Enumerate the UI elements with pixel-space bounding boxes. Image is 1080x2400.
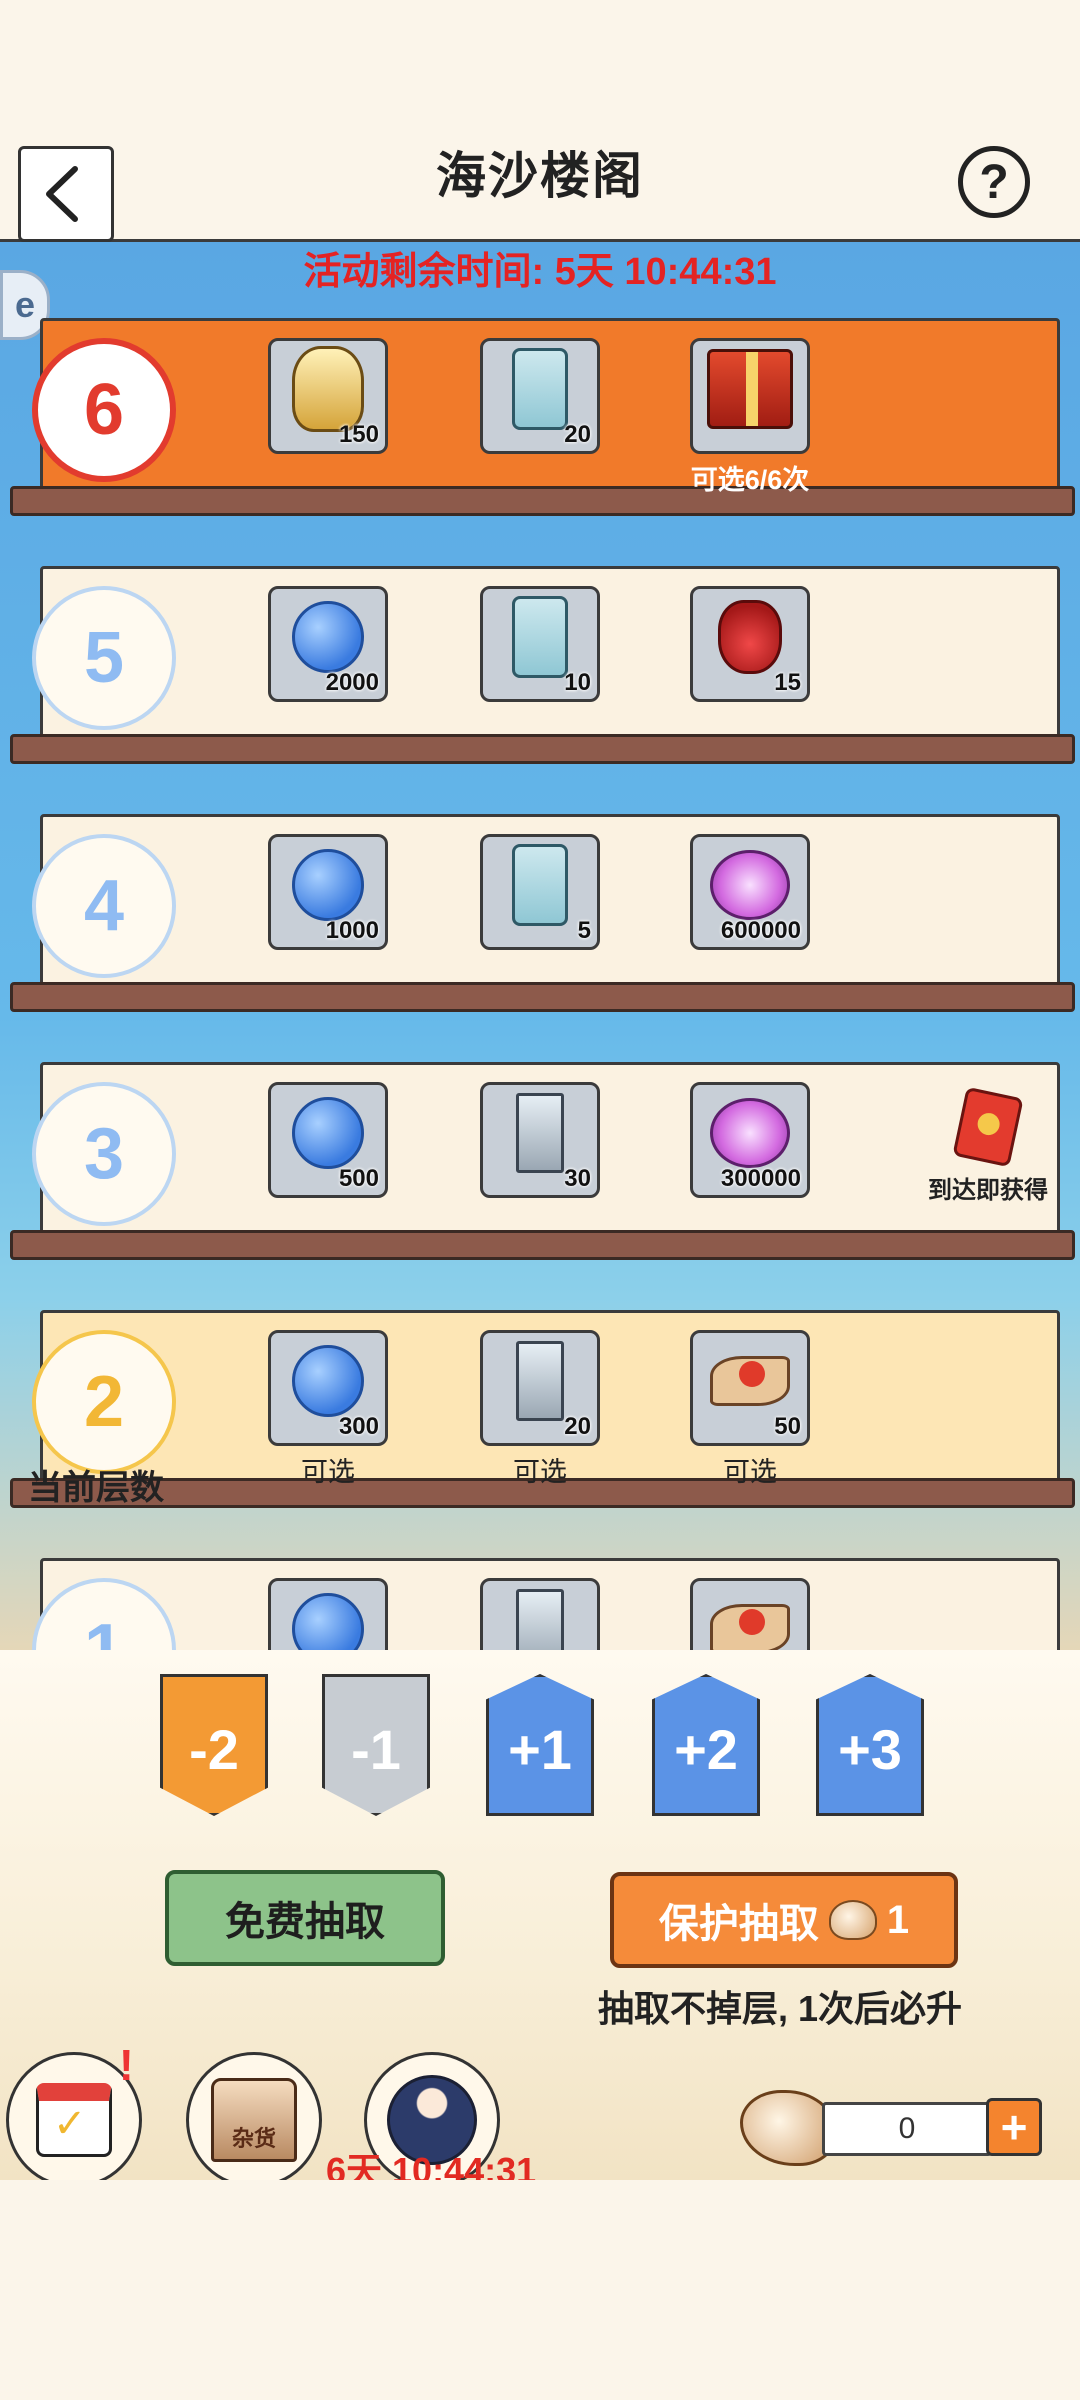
sash-icon xyxy=(710,1604,790,1650)
reward-count: 300000 xyxy=(720,1165,801,1192)
floor-shelf xyxy=(10,486,1075,516)
header: 海沙楼阁 ? xyxy=(0,120,1080,242)
purple-orb-icon xyxy=(710,1098,790,1169)
tag-icon xyxy=(512,348,568,431)
reward-note: 可选 xyxy=(513,1457,567,1487)
protect-draw-note: 抽取不掉层, 1次后必升 xyxy=(597,1988,963,2029)
badge-icon xyxy=(292,346,364,433)
add-shell-button[interactable]: + xyxy=(986,2098,1042,2156)
step-minus-2-button[interactable]: -2 xyxy=(160,1674,268,1816)
reward-count: 5 xyxy=(577,917,591,944)
reward-count: 1000 xyxy=(325,917,379,944)
floor-5: 5 2000 10 15 xyxy=(10,566,1075,766)
reward-note: 可选6/6次 xyxy=(690,465,810,495)
help-button[interactable]: ? xyxy=(958,146,1030,218)
shell-count: 0 xyxy=(822,2102,992,2156)
floor-number: 6 xyxy=(32,338,176,482)
shell-icon xyxy=(828,1900,877,1940)
floor-shelf xyxy=(10,1230,1075,1260)
reward-count: 20 xyxy=(564,1413,591,1440)
reward-note: 可选 xyxy=(301,1457,355,1487)
purple-orb-icon xyxy=(710,850,790,921)
reward-count: 20 xyxy=(564,421,591,448)
reward-item[interactable]: 150 xyxy=(268,338,388,454)
reward-count: 2000 xyxy=(325,669,379,696)
reward-item[interactable] xyxy=(480,1578,600,1650)
floor-number: 5 xyxy=(32,586,176,730)
reward-item[interactable]: 1000 xyxy=(268,834,388,950)
reward-item[interactable]: 5 xyxy=(480,834,600,950)
floor-6: 6 150 20 可选6/6次 xyxy=(10,318,1075,518)
page-title: 海沙楼阁 xyxy=(436,148,644,204)
shop-button[interactable]: 杂货 xyxy=(186,2052,322,2188)
shell-counter: 0 + xyxy=(740,2090,1042,2170)
reward-count: 300 xyxy=(338,1413,379,1440)
floor-number: 2 xyxy=(32,1330,176,1474)
reward-item[interactable]: 20 xyxy=(480,338,600,454)
control-panel: -2 -1 +1 +2 +3 免费抽取 保护抽取 1 抽取不掉层, 1次后必升 … xyxy=(0,1650,1080,2191)
reward-count: 10 xyxy=(564,669,591,696)
step-minus-1-button[interactable]: -1 xyxy=(322,1674,430,1816)
floor-4: 4 1000 5 600000 xyxy=(10,814,1075,1014)
reward-item[interactable]: 300 xyxy=(268,1330,388,1446)
protect-draw-button[interactable]: 保护抽取 1 xyxy=(610,1872,958,1968)
step-plus-3-button[interactable]: +3 xyxy=(816,1674,924,1816)
sash-icon xyxy=(710,1356,790,1407)
reward-count: 15 xyxy=(774,669,801,696)
step-plus-1-button[interactable]: +1 xyxy=(486,1674,594,1816)
tag-icon xyxy=(512,844,568,927)
pearl-icon xyxy=(292,601,364,674)
reward-count: 50 xyxy=(774,1413,801,1440)
reward-item[interactable]: 600000 xyxy=(690,834,810,950)
reward-note: 可选 xyxy=(723,1457,777,1487)
floor-number: 3 xyxy=(32,1082,176,1226)
reward-item[interactable]: 500 xyxy=(268,1082,388,1198)
arrival-reward[interactable]: 到达即获得 xyxy=(918,1086,1058,1205)
scroll-icon xyxy=(516,1341,564,1422)
scroll-icon xyxy=(516,1093,564,1174)
arrival-reward-label: 到达即获得 xyxy=(928,1177,1048,1204)
reward-count: 150 xyxy=(338,421,379,448)
nav-area xyxy=(0,2180,1080,2400)
pearl-icon xyxy=(292,1345,364,1418)
tower-floors[interactable]: 活动剩余时间: 5天 10:44:31 e 6 150 20 可选6/6次 5 2000 1… xyxy=(0,242,1080,1650)
floor-shelf xyxy=(10,734,1075,764)
free-draw-button[interactable]: 免费抽取 xyxy=(165,1870,445,1966)
reward-count: 600000 xyxy=(720,917,801,944)
gift-box-icon xyxy=(707,349,793,430)
alert-icon: ! xyxy=(119,2041,134,2090)
scroll-icon xyxy=(516,1589,564,1650)
pearl-icon xyxy=(292,1097,364,1170)
reward-item[interactable]: 15 xyxy=(690,586,810,702)
reward-count: 30 xyxy=(564,1165,591,1192)
money-bag-icon xyxy=(718,600,782,675)
tag-icon xyxy=(512,596,568,679)
current-floor-label: 当前层数 xyxy=(28,1469,164,1507)
question-icon: ? xyxy=(979,155,1009,209)
red-packet-icon xyxy=(952,1086,1024,1168)
floor-3: 3 500 30 300000 xyxy=(10,1062,1075,1262)
reward-item[interactable]: 30 xyxy=(480,1082,600,1198)
floor-number: 4 xyxy=(32,834,176,978)
reward-item[interactable] xyxy=(690,338,810,454)
reward-item[interactable] xyxy=(690,1578,810,1650)
pearl-icon xyxy=(292,1593,364,1650)
reward-item[interactable]: 300000 xyxy=(690,1082,810,1198)
status-area xyxy=(0,0,1080,120)
reward-item[interactable]: 10 xyxy=(480,586,600,702)
shop-icon: 杂货 xyxy=(211,2078,297,2162)
event-timer: 活动剩余时间: 5天 10:44:31 xyxy=(303,251,777,293)
floor-2: 2 当前层数 300 可选 20 可选 50 可选 xyxy=(10,1310,1075,1510)
step-plus-2-button[interactable]: +2 xyxy=(652,1674,760,1816)
reward-item[interactable] xyxy=(268,1578,388,1650)
reward-item[interactable]: 2000 xyxy=(268,586,388,702)
reward-item[interactable]: 20 xyxy=(480,1330,600,1446)
reward-count: 500 xyxy=(338,1165,379,1192)
floor-1: 1 xyxy=(10,1558,1075,1650)
daily-checkin-button[interactable]: ! xyxy=(6,2041,142,2188)
floor-shelf xyxy=(10,982,1075,1012)
calendar-icon xyxy=(36,2083,112,2157)
reward-item[interactable]: 50 xyxy=(690,1330,810,1446)
pearl-icon xyxy=(292,849,364,922)
